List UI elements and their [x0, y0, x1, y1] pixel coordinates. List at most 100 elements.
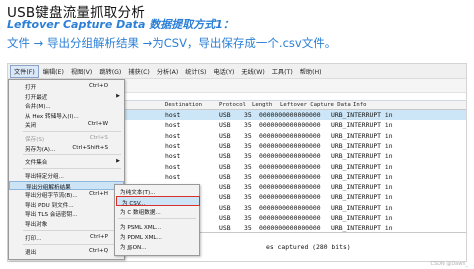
- cell-protocol: USB: [219, 121, 231, 130]
- menu-item-label: 从 Hex 转储导入(I)...: [25, 113, 79, 120]
- cell-length: 35: [244, 203, 252, 212]
- menu-go[interactable]: 跳转(G): [96, 66, 124, 77]
- menu-item-export-specified[interactable]: 导出特定分组...: [9, 171, 124, 181]
- cell-leftover-data: 0000000000000000: [259, 183, 321, 192]
- menu-item-export-pdu[interactable]: 导出 PDU 到文件...: [9, 200, 124, 210]
- slide-instruction: 文件 → 导出分组解析结果 →为CSV，导出保存成一个.csv文件。: [7, 36, 337, 50]
- cell-length: 35: [244, 162, 252, 171]
- menu-item-label: 导出 PDU 到文件...: [25, 202, 74, 209]
- cell-leftover-data: 0000000000000000: [259, 162, 321, 171]
- cell-destination: host: [165, 111, 181, 119]
- menu-help[interactable]: 帮助(H): [297, 66, 325, 77]
- menu-item-save-as[interactable]: 另存为(A)... Ctrl+Shift+S: [9, 144, 124, 154]
- submenu-item-plain-text[interactable]: 为纯文本(T)...: [115, 186, 199, 196]
- cell-length: 35: [244, 141, 252, 150]
- submenu-item-label: 为 PDML XML...: [120, 234, 162, 241]
- submenu-item-label: 为 JSON...: [120, 244, 147, 251]
- menu-item-open[interactable]: 打开 Ctrl+O: [9, 82, 124, 92]
- cell-info: URB_INTERRUPT in: [331, 121, 393, 130]
- cell-length: 35: [244, 131, 252, 140]
- menu-item-label: 退出: [25, 250, 37, 256]
- shortcut: Ctrl+Shift+S: [72, 144, 108, 151]
- menu-item-label: 打印...: [25, 236, 42, 242]
- cell-leftover-data: 0000000000000000: [259, 172, 321, 181]
- cell-protocol: USB: [219, 172, 231, 181]
- cell-info: URB_INTERRUPT in: [331, 131, 393, 140]
- menu-item-export-tls[interactable]: 导出 TLS 会话密钥...: [9, 209, 124, 219]
- cell-length: 35: [244, 183, 252, 192]
- slide-subtitle: Leftover Capture Data 数据提取方式1：: [7, 18, 234, 31]
- cell-info: URB_INTERRUPT in: [331, 172, 393, 181]
- menu-item-label: 打开最近: [25, 94, 48, 101]
- menu-separator: [23, 230, 121, 231]
- file-menu-dropdown: 打开 Ctrl+O 打开最近 ▶ 合并(M)... 从 Hex 转储导入(I)...…: [8, 79, 125, 260]
- menu-edit[interactable]: 编辑(E): [40, 66, 67, 77]
- menu-item-export-dissections[interactable]: 导出分组解析结果▶: [9, 180, 124, 191]
- menu-item-label: 合并(M)...: [25, 104, 51, 110]
- menu-separator: [118, 218, 196, 219]
- shortcut: Ctrl+S: [89, 135, 108, 141]
- submenu-item-c-arrays[interactable]: 为 C 数组数据...: [115, 207, 199, 217]
- cell-length: 35: [244, 152, 252, 161]
- menu-item-label: 导出 TLS 会话密钥...: [25, 212, 78, 218]
- cell-protocol: USB: [219, 111, 231, 119]
- menu-item-save[interactable]: 保存(S) Ctrl+S: [9, 134, 124, 144]
- menu-capture[interactable]: 捕获(C): [125, 66, 153, 77]
- menu-telephony[interactable]: 电话(Y): [210, 66, 237, 77]
- cell-length: 35: [244, 193, 252, 202]
- menu-item-import-hex[interactable]: 从 Hex 转储导入(I)...: [9, 111, 124, 121]
- menu-wireless[interactable]: 无线(W): [238, 66, 267, 77]
- cell-info: URB_INTERRUPT in: [331, 183, 393, 192]
- col-info[interactable]: Info: [353, 102, 366, 108]
- cell-protocol: USB: [219, 141, 231, 150]
- menu-separator: [23, 154, 121, 155]
- packet-detail-text: es captured (280 bits): [266, 243, 351, 251]
- menu-item-open-recent[interactable]: 打开最近 ▶: [9, 92, 124, 102]
- menu-item-close[interactable]: 关闭 Ctrl+W: [9, 120, 124, 130]
- col-destination[interactable]: Destination: [165, 102, 202, 108]
- menu-item-label: 保存(S): [25, 137, 45, 143]
- cell-leftover-data: 0000000000000000: [259, 193, 321, 202]
- menu-item-label: 导出分组字节流(B)...: [25, 193, 78, 199]
- menu-item-merge[interactable]: 合并(M)...: [9, 101, 124, 111]
- menu-item-export-bytes[interactable]: 导出分组字节流(B)... Ctrl+H: [9, 190, 124, 200]
- submenu-item-csv[interactable]: 为 CSV...: [116, 196, 200, 207]
- menu-item-quit[interactable]: 退出 Ctrl+Q: [9, 247, 124, 257]
- cell-length: 35: [244, 111, 252, 119]
- submenu-item-label: 为 CSV...: [122, 200, 146, 207]
- menu-item-label: 另存为(A)...: [25, 146, 56, 153]
- menu-statistics[interactable]: 统计(S): [182, 66, 209, 77]
- shortcut: Ctrl+O: [88, 83, 108, 89]
- cell-destination: host: [165, 121, 181, 130]
- submenu-item-label: 为 PSML XML...: [120, 224, 162, 231]
- menu-view[interactable]: 视图(V): [68, 66, 95, 77]
- cell-info: URB_INTERRUPT in: [331, 203, 393, 212]
- menu-item-print[interactable]: 打印... Ctrl+P: [9, 233, 124, 243]
- cell-info: URB_INTERRUPT in: [331, 111, 393, 119]
- col-leftover-data[interactable]: Leftover Capture Data: [280, 102, 351, 108]
- menu-separator: [23, 168, 121, 169]
- shortcut: Ctrl+P: [89, 234, 108, 240]
- submenu-item-label: 为纯文本(T)...: [120, 189, 156, 196]
- menu-tools[interactable]: 工具(T): [269, 66, 296, 77]
- shortcut: Ctrl+H: [89, 191, 108, 197]
- cell-info: URB_INTERRUPT in: [331, 162, 393, 171]
- cell-destination: host: [165, 131, 181, 140]
- menu-analyze[interactable]: 分析(A): [154, 66, 181, 77]
- submenu-item-label: 为 C 数组数据...: [120, 210, 161, 216]
- menu-item-export-objects[interactable]: 导出对象▶: [9, 219, 124, 229]
- menu-item-label: 打开: [25, 85, 37, 91]
- cell-protocol: USB: [219, 203, 231, 212]
- menu-separator: [23, 244, 121, 245]
- menu-separator: [23, 131, 121, 132]
- cell-destination: host: [165, 162, 181, 171]
- col-protocol[interactable]: Protocol: [219, 102, 246, 108]
- cell-info: URB_INTERRUPT in: [331, 214, 393, 222]
- status-indicator-icon: [128, 246, 132, 250]
- menu-file[interactable]: 文件(F): [10, 64, 39, 78]
- submenu-item-psml[interactable]: 为 PSML XML...: [115, 221, 199, 231]
- col-length[interactable]: Length: [252, 102, 272, 108]
- export-dissections-submenu: 为纯文本(T)... 为 CSV... 为 C 数组数据... 为 PSML X…: [114, 184, 200, 256]
- menu-item-file-set[interactable]: 文件集合 ▶: [9, 157, 124, 167]
- submenu-item-pdml[interactable]: 为 PDML XML...: [115, 231, 199, 241]
